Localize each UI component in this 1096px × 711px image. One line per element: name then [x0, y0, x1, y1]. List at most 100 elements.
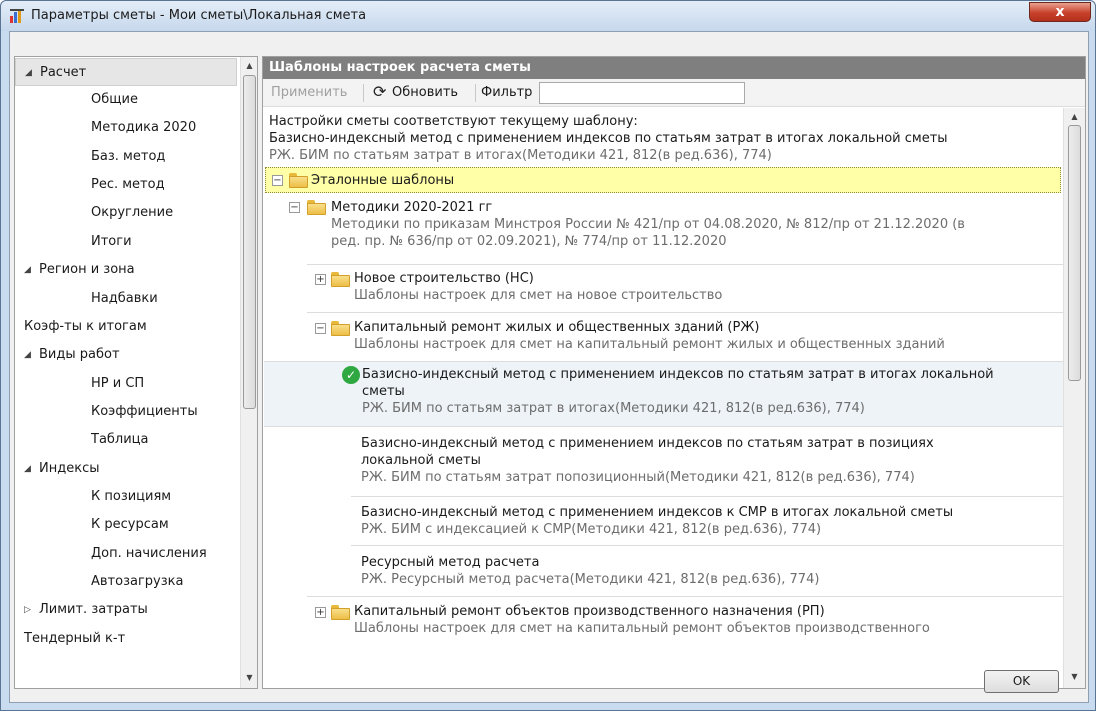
row-divider: [351, 545, 1063, 546]
status-current-template: Базисно-индексный метод с применением ин…: [269, 131, 948, 146]
nav-item-to-resources[interactable]: К ресурсам: [91, 511, 169, 539]
tree-root-label: Эталонные шаблоны: [311, 173, 455, 188]
folder-icon: [289, 173, 308, 188]
toolbar-separator: [363, 84, 364, 102]
node-desc: Шаблоны настроек для смет на новое строи…: [354, 288, 723, 303]
collapse-arrow-icon[interactable]: ◢: [25, 59, 32, 87]
template-item-active[interactable]: ✓ Базисно-индексный метод с применением …: [264, 361, 1063, 427]
expand-icon[interactable]: +: [315, 607, 326, 618]
template-title: Базисно-индексный метод с применением ин…: [361, 436, 934, 451]
nav-item-calc[interactable]: ◢ Расчет: [15, 58, 237, 86]
filter-label: Фильтр: [481, 85, 533, 100]
ok-button[interactable]: OK: [984, 670, 1059, 693]
nav-item-res-method[interactable]: Рес. метод: [91, 171, 165, 199]
template-title: Базисно-индексный метод с применением ин…: [362, 367, 994, 382]
status-line: Настройки сметы соответствуют текущему ш…: [269, 114, 638, 129]
collapse-icon[interactable]: −: [315, 323, 326, 334]
folder-icon: [331, 605, 350, 620]
nav-label: Виды работ: [39, 347, 120, 362]
template-desc: РЖ. БИМ с индексацией к СМР(Методики 421…: [361, 522, 822, 537]
scroll-thumb[interactable]: [1068, 125, 1081, 381]
nav-label: Регион и зона: [39, 262, 135, 277]
apply-button[interactable]: Применить: [271, 85, 347, 100]
expand-icon[interactable]: +: [315, 274, 326, 285]
template-title: Ресурсный метод расчета: [361, 555, 540, 570]
nav-item-indexes[interactable]: ◢ Индексы: [15, 455, 237, 483]
templates-panel: Шаблоны настроек расчета сметы Применить…: [262, 56, 1086, 689]
templates-tree: Настройки сметы соответствуют текущему ш…: [263, 108, 1063, 688]
nav-item-surcharges[interactable]: Надбавки: [91, 285, 158, 313]
check-icon: ✓: [342, 366, 360, 384]
nav-item-nr-sp[interactable]: НР и СП: [91, 370, 144, 398]
tree-node-ns[interactable]: + Новое строительство (НС) Шаблоны настр…: [263, 268, 1063, 308]
nav-item-tender-coef[interactable]: Тендерный к-т: [24, 625, 125, 653]
nav-item-total-coefs[interactable]: Коэф-ты к итогам: [24, 313, 147, 341]
collapse-arrow-icon[interactable]: ◢: [24, 341, 31, 369]
nav-item-work-types[interactable]: ◢ Виды работ: [15, 341, 237, 369]
scroll-thumb[interactable]: [243, 75, 256, 409]
nav-item-base-method[interactable]: Баз. метод: [91, 143, 165, 171]
collapse-icon[interactable]: −: [289, 202, 300, 213]
folder-icon: [307, 200, 326, 215]
nav-item-table[interactable]: Таблица: [91, 426, 149, 454]
template-item[interactable]: Ресурсный метод расчета РЖ. Ресурсный ме…: [263, 550, 1063, 592]
scroll-up-icon[interactable]: ▲: [1066, 108, 1083, 125]
collapse-icon[interactable]: −: [272, 175, 283, 186]
node-desc: ред. пр. № 636/пр от 02.09.2021), № 774/…: [331, 234, 727, 249]
row-divider: [351, 496, 1063, 497]
nav-item-extra-charges[interactable]: Доп. начисления: [91, 540, 207, 568]
tree-node-rp[interactable]: + Капитальный ремонт объектов производст…: [263, 601, 1063, 641]
template-desc: РЖ. БИМ по статьям затрат попозиционный(…: [361, 470, 915, 485]
nav-item-to-positions[interactable]: К позициям: [91, 483, 171, 511]
scroll-down-icon[interactable]: ▼: [241, 669, 257, 686]
client-area: ◢ Расчет Общие Методика 2020 Баз. метод …: [9, 31, 1089, 703]
node-desc: Методики по приказам Минстроя России № 4…: [331, 217, 965, 232]
expand-arrow-icon[interactable]: ▷: [24, 596, 31, 624]
toolbar: Применить ⟳ Обновить Фильтр: [263, 79, 1085, 107]
close-button[interactable]: x: [1029, 2, 1091, 22]
tree-node-methods[interactable]: − Методики 2020-2021 гг Методики по прик…: [263, 197, 1063, 263]
refresh-button[interactable]: Обновить: [392, 85, 458, 100]
nav-item-coefficients[interactable]: Коэффициенты: [91, 398, 198, 426]
template-item[interactable]: Базисно-индексный метод с применением ин…: [263, 431, 1063, 493]
filter-input[interactable]: [539, 82, 745, 104]
nav-item-totals[interactable]: Итоги: [91, 228, 132, 256]
settings-nav: ◢ Расчет Общие Методика 2020 Баз. метод …: [14, 56, 258, 689]
node-label: Методики 2020-2021 гг: [331, 200, 493, 215]
row-divider: [307, 596, 1063, 597]
node-desc: Шаблоны настроек для смет на капитальный…: [354, 337, 945, 352]
folder-icon: [331, 272, 350, 287]
refresh-icon[interactable]: ⟳: [373, 84, 386, 100]
app-icon: [10, 9, 24, 23]
node-label: Капитальный ремонт объектов производстве…: [354, 604, 825, 619]
tree-root-row[interactable]: − Эталонные шаблоны: [265, 167, 1061, 193]
template-title: Базисно-индексный метод с применением ин…: [361, 505, 954, 520]
node-desc: Шаблоны настроек для смет на капитальный…: [354, 621, 930, 636]
scroll-down-icon[interactable]: ▼: [1066, 668, 1083, 685]
template-desc: РЖ. БИМ по статьям затрат в итогах(Метод…: [362, 401, 865, 416]
nav-item-autoload[interactable]: Автозагрузка: [91, 568, 183, 596]
node-label: Капитальный ремонт жилых и общественных …: [354, 320, 760, 335]
status-current-desc: РЖ. БИМ по статьям затрат в итогах(Метод…: [269, 148, 772, 163]
nav-item-limit-costs[interactable]: ▷ Лимит. затраты: [15, 596, 237, 624]
collapse-arrow-icon[interactable]: ◢: [24, 455, 31, 483]
window-title: Параметры сметы - Мои сметы\Локальная см…: [31, 8, 367, 23]
scroll-up-icon[interactable]: ▲: [241, 57, 257, 74]
toolbar-separator: [475, 84, 476, 102]
row-divider: [307, 312, 1063, 313]
template-item[interactable]: Базисно-индексный метод с применением ин…: [263, 500, 1063, 542]
nav-scrollbar[interactable]: ▲ ▼: [240, 57, 257, 688]
nav-item-rounding[interactable]: Округление: [91, 199, 173, 227]
folder-icon: [331, 321, 350, 336]
nav-item-method-2020[interactable]: Методика 2020: [91, 114, 196, 142]
templates-scrollbar[interactable]: ▲ ▼: [1063, 108, 1085, 688]
collapse-arrow-icon[interactable]: ◢: [24, 256, 31, 284]
nav-item-region[interactable]: ◢ Регион и зона: [15, 256, 237, 284]
tree-node-rzh[interactable]: − Капитальный ремонт жилых и общественны…: [263, 317, 1063, 357]
title-bar[interactable]: Параметры сметы - Мои сметы\Локальная см…: [1, 1, 1095, 31]
nav-item-general[interactable]: Общие: [91, 86, 138, 114]
nav-label: Индексы: [39, 461, 100, 476]
node-label: Новое строительство (НС): [354, 271, 534, 286]
template-title-cont: сметы: [362, 384, 405, 399]
nav-label: Расчет: [40, 65, 87, 80]
